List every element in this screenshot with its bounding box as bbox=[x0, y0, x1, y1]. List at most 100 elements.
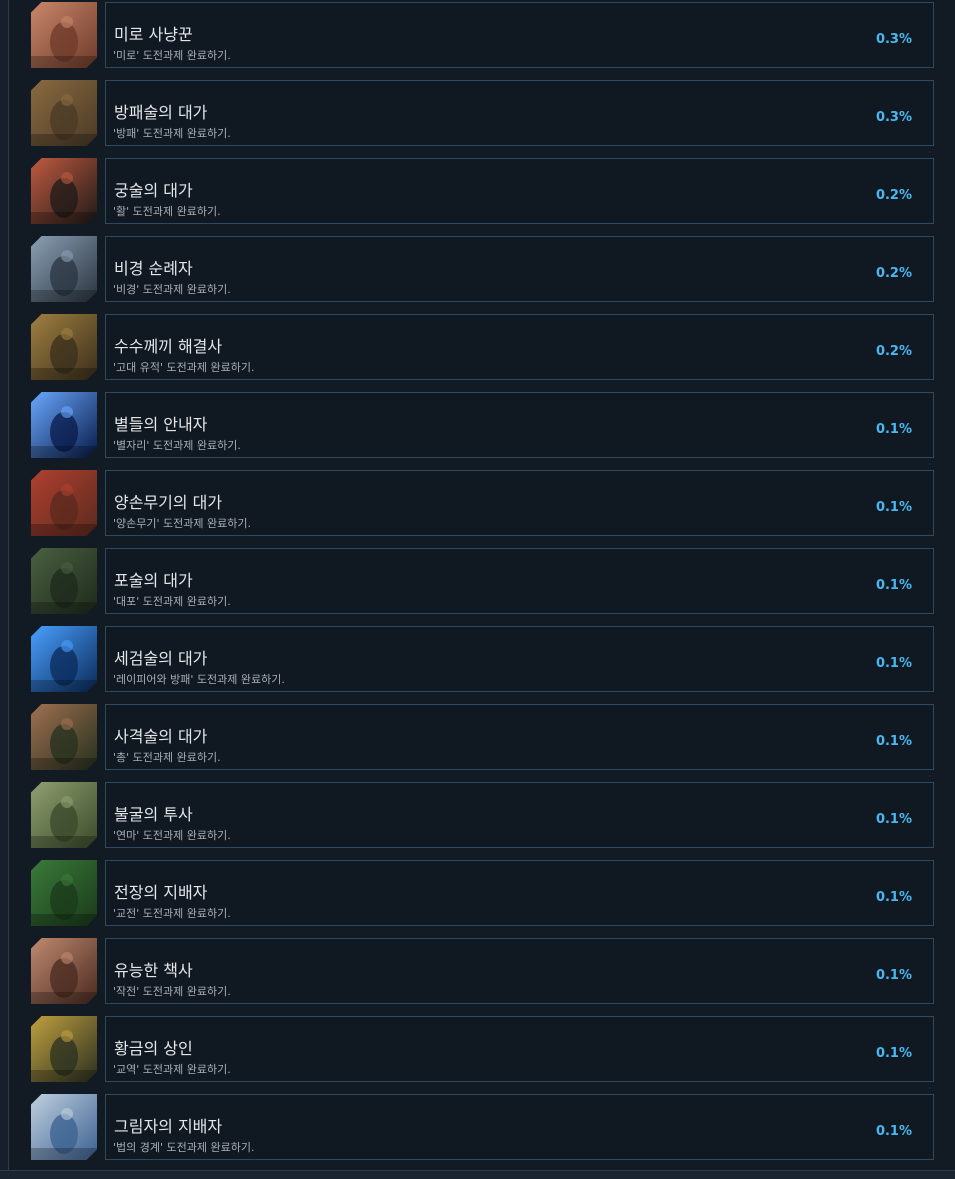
achievement-title: 비경 순례자 bbox=[114, 259, 193, 278]
unlock-percentage: 0.1% bbox=[875, 1046, 912, 1061]
achievement-title: 양손무기의 대가 bbox=[114, 493, 223, 512]
unlock-percentage: 0.3% bbox=[875, 32, 912, 47]
achievement-description: '양손무기' 도전과제 완료하기. bbox=[113, 517, 251, 530]
achievement-description: '교전' 도전과제 완료하기. bbox=[113, 907, 231, 920]
shield-warrior-icon-art bbox=[31, 80, 97, 146]
rapier-icon-art bbox=[31, 626, 97, 692]
achievement-card: 별들의 안내자 '별자리' 도전과제 완료하기. 0.1% bbox=[105, 392, 934, 458]
achievement-card: 방패술의 대가 '방패' 도전과제 완료하기. 0.3% bbox=[105, 80, 934, 146]
achievement-row[interactable]: 방패술의 대가 '방패' 도전과제 완료하기. 0.3% bbox=[0, 80, 955, 146]
achievement-description: '총' 도전과제 완료하기. bbox=[113, 751, 221, 764]
maze-ruins-icon bbox=[31, 2, 97, 68]
achievement-description: '활' 도전과제 완료하기. bbox=[113, 205, 221, 218]
achievement-card: 그림자의 지배자 '법의 경계' 도전과제 완료하기. 0.1% bbox=[105, 1094, 934, 1160]
unlock-percentage: 0.2% bbox=[875, 188, 912, 203]
achievement-row[interactable]: 수수께끼 해결사 '고대 유적' 도전과제 완료하기. 0.2% bbox=[0, 314, 955, 380]
achievement-card: 황금의 상인 '교역' 도전과제 완료하기. 0.1% bbox=[105, 1016, 934, 1082]
achievement-row[interactable]: 그림자의 지배자 '법의 경계' 도전과제 완료하기. 0.1% bbox=[0, 1094, 955, 1160]
cannon-icon bbox=[31, 548, 97, 614]
achievement-row[interactable]: 사격술의 대가 '총' 도전과제 완료하기. 0.1% bbox=[0, 704, 955, 770]
achievement-card: 궁술의 대가 '활' 도전과제 완료하기. 0.2% bbox=[105, 158, 934, 224]
achievement-row[interactable]: 비경 순례자 '비경' 도전과제 완료하기. 0.2% bbox=[0, 236, 955, 302]
unlock-percentage: 0.1% bbox=[875, 1124, 912, 1139]
achievement-card: 불굴의 투사 '연마' 도전과제 완료하기. 0.1% bbox=[105, 782, 934, 848]
achievement-description: '비경' 도전과제 완료하기. bbox=[113, 283, 231, 296]
archer-icon-art bbox=[31, 158, 97, 224]
unlock-percentage: 0.1% bbox=[875, 812, 912, 827]
achievement-card: 양손무기의 대가 '양손무기' 도전과제 완료하기. 0.1% bbox=[105, 470, 934, 536]
achievement-row[interactable]: 미로 사냥꾼 '미로' 도전과제 완료하기. 0.3% bbox=[0, 2, 955, 68]
merchant-stall-icon-art bbox=[31, 1016, 97, 1082]
constellation-icon bbox=[31, 392, 97, 458]
achievement-title: 포술의 대가 bbox=[114, 571, 193, 590]
battlefield-icon bbox=[31, 860, 97, 926]
merchant-stall-icon bbox=[31, 1016, 97, 1082]
achievement-title: 황금의 상인 bbox=[114, 1039, 193, 1058]
forest-warrior-icon bbox=[31, 782, 97, 848]
achievement-description: '별자리' 도전과제 완료하기. bbox=[113, 439, 241, 452]
gunner-icon-art bbox=[31, 704, 97, 770]
forest-warrior-icon-art bbox=[31, 782, 97, 848]
achievement-card: 세검술의 대가 '레이피어와 방패' 도전과제 완료하기. 0.1% bbox=[105, 626, 934, 692]
unlock-percentage: 0.1% bbox=[875, 968, 912, 983]
achievement-row[interactable]: 유능한 책사 '작전' 도전과제 완료하기. 0.1% bbox=[0, 938, 955, 1004]
achievement-description: '대포' 도전과제 완료하기. bbox=[113, 595, 231, 608]
achievement-card: 유능한 책사 '작전' 도전과제 완료하기. 0.1% bbox=[105, 938, 934, 1004]
achievement-row[interactable]: 포술의 대가 '대포' 도전과제 완료하기. 0.1% bbox=[0, 548, 955, 614]
achievement-description: '법의 경계' 도전과제 완료하기. bbox=[113, 1141, 255, 1154]
achievement-row[interactable]: 세검술의 대가 '레이피어와 방패' 도전과제 완료하기. 0.1% bbox=[0, 626, 955, 692]
achievement-card: 전장의 지배자 '교전' 도전과제 완료하기. 0.1% bbox=[105, 860, 934, 926]
archer-icon bbox=[31, 158, 97, 224]
achievement-card: 비경 순례자 '비경' 도전과제 완료하기. 0.2% bbox=[105, 236, 934, 302]
achievement-title: 유능한 책사 bbox=[114, 961, 193, 980]
achievement-card: 포술의 대가 '대포' 도전과제 완료하기. 0.1% bbox=[105, 548, 934, 614]
unlock-percentage: 0.1% bbox=[875, 656, 912, 671]
unlock-percentage: 0.1% bbox=[875, 890, 912, 905]
achievement-description: '연마' 도전과제 완료하기. bbox=[113, 829, 231, 842]
battlefield-icon-art bbox=[31, 860, 97, 926]
achievement-title: 그림자의 지배자 bbox=[114, 1117, 223, 1136]
achievement-title: 궁술의 대가 bbox=[114, 181, 193, 200]
waterfall-icon-art bbox=[31, 236, 97, 302]
constellation-icon-art bbox=[31, 392, 97, 458]
unlock-percentage: 0.2% bbox=[875, 344, 912, 359]
achievement-description: '작전' 도전과제 완료하기. bbox=[113, 985, 231, 998]
achievement-title: 별들의 안내자 bbox=[114, 415, 208, 434]
achievement-card: 미로 사냥꾼 '미로' 도전과제 완료하기. 0.3% bbox=[105, 2, 934, 68]
maze-ruins-icon-art bbox=[31, 2, 97, 68]
achievement-title: 사격술의 대가 bbox=[114, 727, 208, 746]
unlock-percentage: 0.1% bbox=[875, 578, 912, 593]
temple-gate-icon bbox=[31, 938, 97, 1004]
unlock-percentage: 0.3% bbox=[875, 110, 912, 125]
achievement-row[interactable]: 양손무기의 대가 '양손무기' 도전과제 완료하기. 0.1% bbox=[0, 470, 955, 536]
sky-city-icon bbox=[31, 1094, 97, 1160]
unlock-percentage: 0.1% bbox=[875, 422, 912, 437]
achievement-row[interactable]: 황금의 상인 '교역' 도전과제 완료하기. 0.1% bbox=[0, 1016, 955, 1082]
achievement-card: 사격술의 대가 '총' 도전과제 완료하기. 0.1% bbox=[105, 704, 934, 770]
unlock-percentage: 0.1% bbox=[875, 734, 912, 749]
achievement-title: 불굴의 투사 bbox=[114, 805, 193, 824]
unlock-percentage: 0.2% bbox=[875, 266, 912, 281]
waterfall-icon bbox=[31, 236, 97, 302]
achievement-title: 미로 사냥꾼 bbox=[114, 25, 193, 44]
achievement-row[interactable]: 궁술의 대가 '활' 도전과제 완료하기. 0.2% bbox=[0, 158, 955, 224]
achievement-row[interactable]: 불굴의 투사 '연마' 도전과제 완료하기. 0.1% bbox=[0, 782, 955, 848]
achievement-card: 수수께끼 해결사 '고대 유적' 도전과제 완료하기. 0.2% bbox=[105, 314, 934, 380]
achievement-row[interactable]: 전장의 지배자 '교전' 도전과제 완료하기. 0.1% bbox=[0, 860, 955, 926]
two-handed-weapon-icon bbox=[31, 470, 97, 536]
rapier-icon bbox=[31, 626, 97, 692]
achievement-description: '교역' 도전과제 완료하기. bbox=[113, 1063, 231, 1076]
two-handed-weapon-icon-art bbox=[31, 470, 97, 536]
gunner-icon bbox=[31, 704, 97, 770]
achievement-title: 세검술의 대가 bbox=[114, 649, 208, 668]
temple-gate-icon-art bbox=[31, 938, 97, 1004]
achievement-description: '방패' 도전과제 완료하기. bbox=[113, 127, 231, 140]
sky-city-icon-art bbox=[31, 1094, 97, 1160]
unlock-percentage: 0.1% bbox=[875, 500, 912, 515]
ancient-dial-icon-art bbox=[31, 314, 97, 380]
achievement-title: 방패술의 대가 bbox=[114, 103, 208, 122]
achievement-row[interactable]: 별들의 안내자 '별자리' 도전과제 완료하기. 0.1% bbox=[0, 392, 955, 458]
achievement-description: '레이피어와 방패' 도전과제 완료하기. bbox=[113, 673, 285, 686]
achievement-description: '고대 유적' 도전과제 완료하기. bbox=[113, 361, 255, 374]
shield-warrior-icon bbox=[31, 80, 97, 146]
